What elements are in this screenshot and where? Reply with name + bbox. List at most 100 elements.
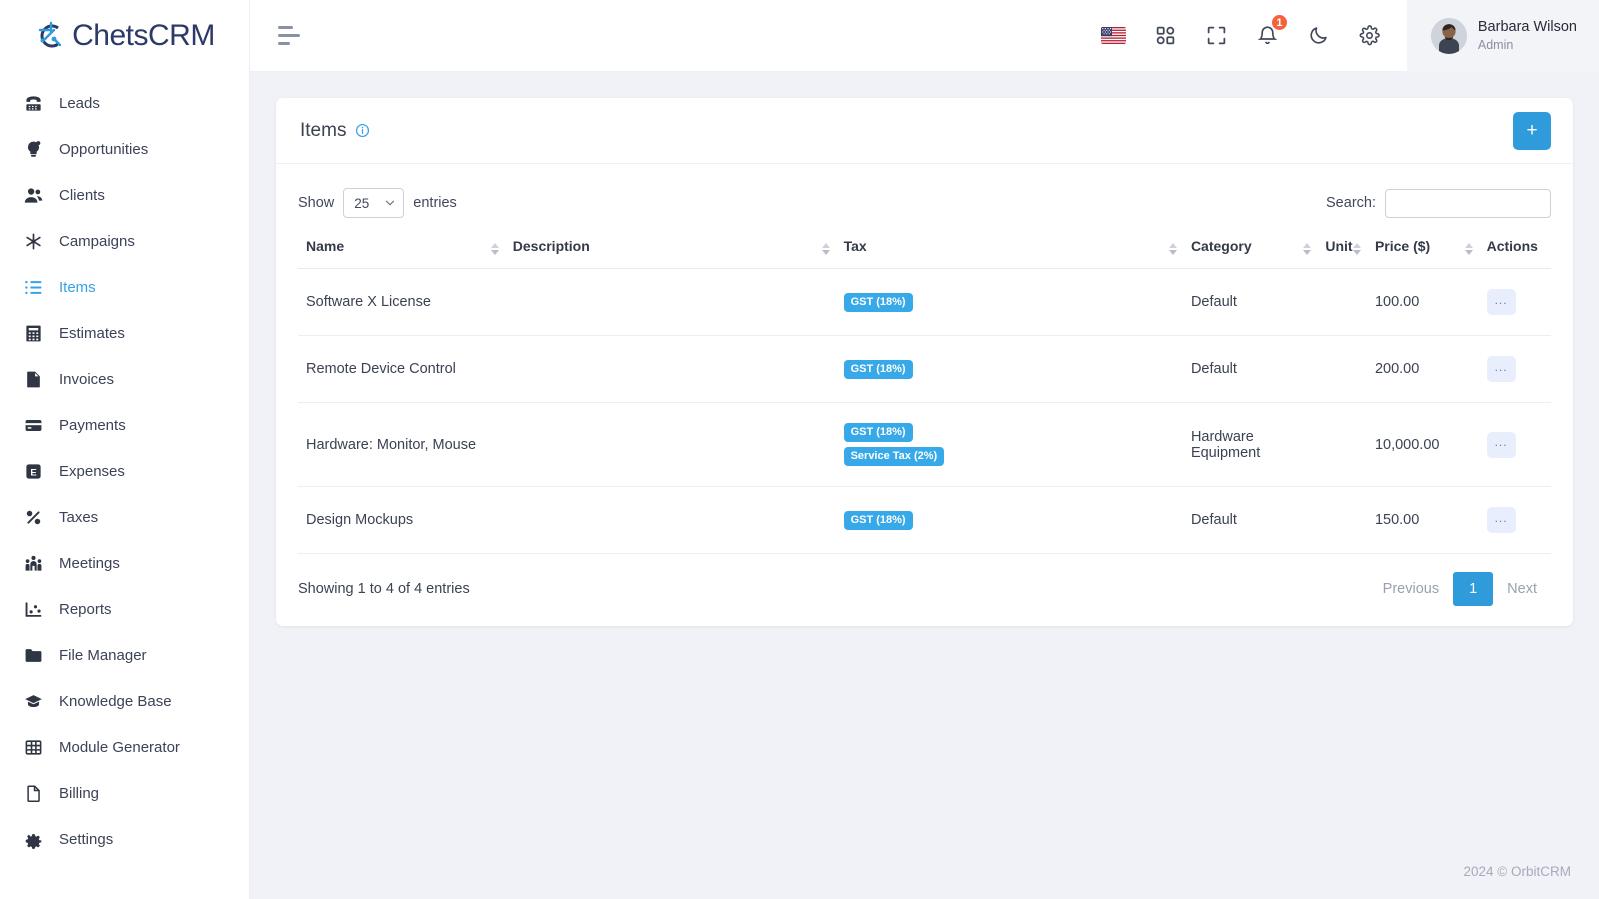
user-info: Barbara Wilson Admin (1478, 18, 1577, 53)
row-actions-button[interactable]: ... (1486, 507, 1516, 533)
cell-unit (1317, 402, 1367, 487)
sidebar-item-label: Settings (59, 830, 114, 848)
file-icon (24, 370, 43, 389)
sidebar-item-label: Payments (59, 416, 126, 434)
notification-badge: 1 (1269, 13, 1289, 32)
pagination-previous[interactable]: Previous (1369, 573, 1453, 605)
pagination-page-1[interactable]: 1 (1453, 572, 1494, 606)
expense-icon: E (24, 462, 43, 481)
entries-info: Showing 1 to 4 of 4 entries (298, 581, 470, 597)
users-icon (24, 186, 43, 205)
table-footer: Showing 1 to 4 of 4 entries Previous 1 N… (298, 554, 1551, 626)
cell-name: Remote Device Control (298, 335, 505, 403)
row-actions-button[interactable]: ... (1486, 431, 1516, 458)
sidebar-item-label: Clients (59, 186, 105, 204)
fullscreen-icon[interactable] (1205, 24, 1228, 47)
cell-category: Default (1182, 335, 1318, 403)
cell-actions: ... (1478, 402, 1551, 487)
calculator-icon (24, 324, 43, 343)
info-circle-icon[interactable] (355, 123, 370, 138)
table-row: Design Mockups GST (18%) Default 150.00 (298, 486, 1551, 554)
chart-icon (24, 600, 43, 619)
card-icon (24, 416, 43, 435)
chets-logo-icon (34, 19, 68, 53)
cell-category: Default (1182, 486, 1318, 554)
status-badge: GST (18%) (843, 292, 913, 312)
percent-icon (24, 508, 43, 527)
brand-logo-area[interactable]: ChetsCRM (0, 0, 249, 72)
sidebar-item-label: Taxes (59, 508, 99, 526)
column-header-description[interactable]: Description (504, 228, 836, 269)
column-header-tax[interactable]: Tax (835, 228, 1183, 269)
sidebar-item-opportunities[interactable]: Opportunities (0, 126, 249, 172)
pagination-next[interactable]: Next (1493, 573, 1551, 605)
column-label: Description (512, 238, 590, 254)
sidebar-item-estimates[interactable]: Estimates (0, 310, 249, 356)
folder-icon (24, 646, 43, 665)
sidebar-item-module-generator[interactable]: Module Generator (0, 724, 249, 770)
cell-name: Software X License (298, 268, 505, 336)
sort-icon (1168, 242, 1177, 255)
cell-category: Default (1182, 268, 1318, 336)
sidebar-item-label: Reports (59, 600, 112, 618)
sidebar-item-label: Estimates (59, 324, 125, 342)
sidebar-item-billing[interactable]: Billing (0, 770, 249, 816)
column-header-category[interactable]: Category (1182, 228, 1318, 269)
sidebar-item-knowledge-base[interactable]: Knowledge Base (0, 678, 249, 724)
sidebar-item-expenses[interactable]: E Expenses (0, 448, 249, 494)
sidebar-item-label: Module Generator (59, 738, 180, 756)
sidebar-item-clients[interactable]: Clients (0, 172, 249, 218)
sidebar-item-payments[interactable]: Payments (0, 402, 249, 448)
sidebar-item-items[interactable]: Items (0, 264, 249, 310)
page-size-select[interactable]: 10 25 50 100 (343, 188, 405, 218)
column-header-name[interactable]: Name (298, 228, 505, 269)
cell-category: Hardware Equipment (1182, 402, 1318, 487)
page-footer: 2024 © OrbitCRM (250, 843, 1599, 899)
settings-gear-icon[interactable] (1358, 24, 1381, 47)
table-row: Software X License GST (18%) Default 100… (298, 268, 1551, 336)
tax-badge-list: GST (18%) (843, 510, 1175, 530)
list-icon (24, 278, 43, 297)
status-badge: Service Tax (2%) (843, 447, 945, 466)
search-input[interactable] (1385, 188, 1551, 218)
copyright-text: 2024 © OrbitCRM (1463, 863, 1571, 879)
graduation-cap-icon (24, 692, 43, 711)
content-area: Items + Show 10 (250, 72, 1599, 843)
sidebar-nav: Leads Opportunities Clients Campaigns It… (0, 72, 249, 899)
document-icon (24, 784, 43, 803)
sidebar-item-label: Leads (59, 94, 100, 112)
column-header-unit[interactable]: Unit (1317, 228, 1367, 269)
user-name: Barbara Wilson (1477, 18, 1577, 35)
table-row: Remote Device Control GST (18%) Default … (298, 335, 1551, 403)
cell-price: 200.00 (1366, 335, 1479, 403)
user-profile-menu[interactable]: Barbara Wilson Admin (1406, 0, 1599, 72)
sidebar-item-taxes[interactable]: Taxes (0, 494, 249, 540)
sidebar-item-label: File Manager (59, 646, 147, 664)
language-flag-us-icon[interactable] (1100, 27, 1126, 44)
tax-badge-list: GST (18%) Service Tax (2%) (843, 423, 1175, 466)
page-size-select-wrapper: 10 25 50 100 (343, 188, 405, 218)
apps-grid-icon[interactable] (1154, 24, 1177, 47)
column-header-price[interactable]: Price ($) (1366, 228, 1479, 269)
sidebar-item-reports[interactable]: Reports (0, 586, 249, 632)
sort-icon (1464, 242, 1473, 255)
sidebar-item-settings[interactable]: Settings (0, 816, 249, 862)
cell-description (504, 268, 836, 336)
sidebar-item-invoices[interactable]: Invoices (0, 356, 249, 402)
sidebar: ChetsCRM Leads Opportunities Clients Cam… (0, 0, 250, 899)
lightbulb-icon (24, 140, 43, 159)
sidebar-item-campaigns[interactable]: Campaigns (0, 218, 249, 264)
sidebar-item-label: Meetings (59, 554, 120, 572)
hamburger-menu-icon[interactable] (278, 26, 302, 45)
notification-bell-icon[interactable]: 1 (1256, 13, 1289, 47)
column-label: Actions (1486, 238, 1538, 254)
row-actions-button[interactable]: ... (1486, 356, 1516, 382)
sidebar-item-leads[interactable]: Leads (0, 80, 249, 126)
row-actions-button[interactable]: ... (1486, 289, 1516, 315)
dark-mode-moon-icon[interactable] (1307, 24, 1330, 47)
sidebar-item-meetings[interactable]: Meetings (0, 540, 249, 586)
cell-description (504, 402, 836, 487)
sidebar-item-file-manager[interactable]: File Manager (0, 632, 249, 678)
sort-icon (1352, 242, 1361, 255)
add-item-button[interactable]: + (1513, 111, 1551, 150)
